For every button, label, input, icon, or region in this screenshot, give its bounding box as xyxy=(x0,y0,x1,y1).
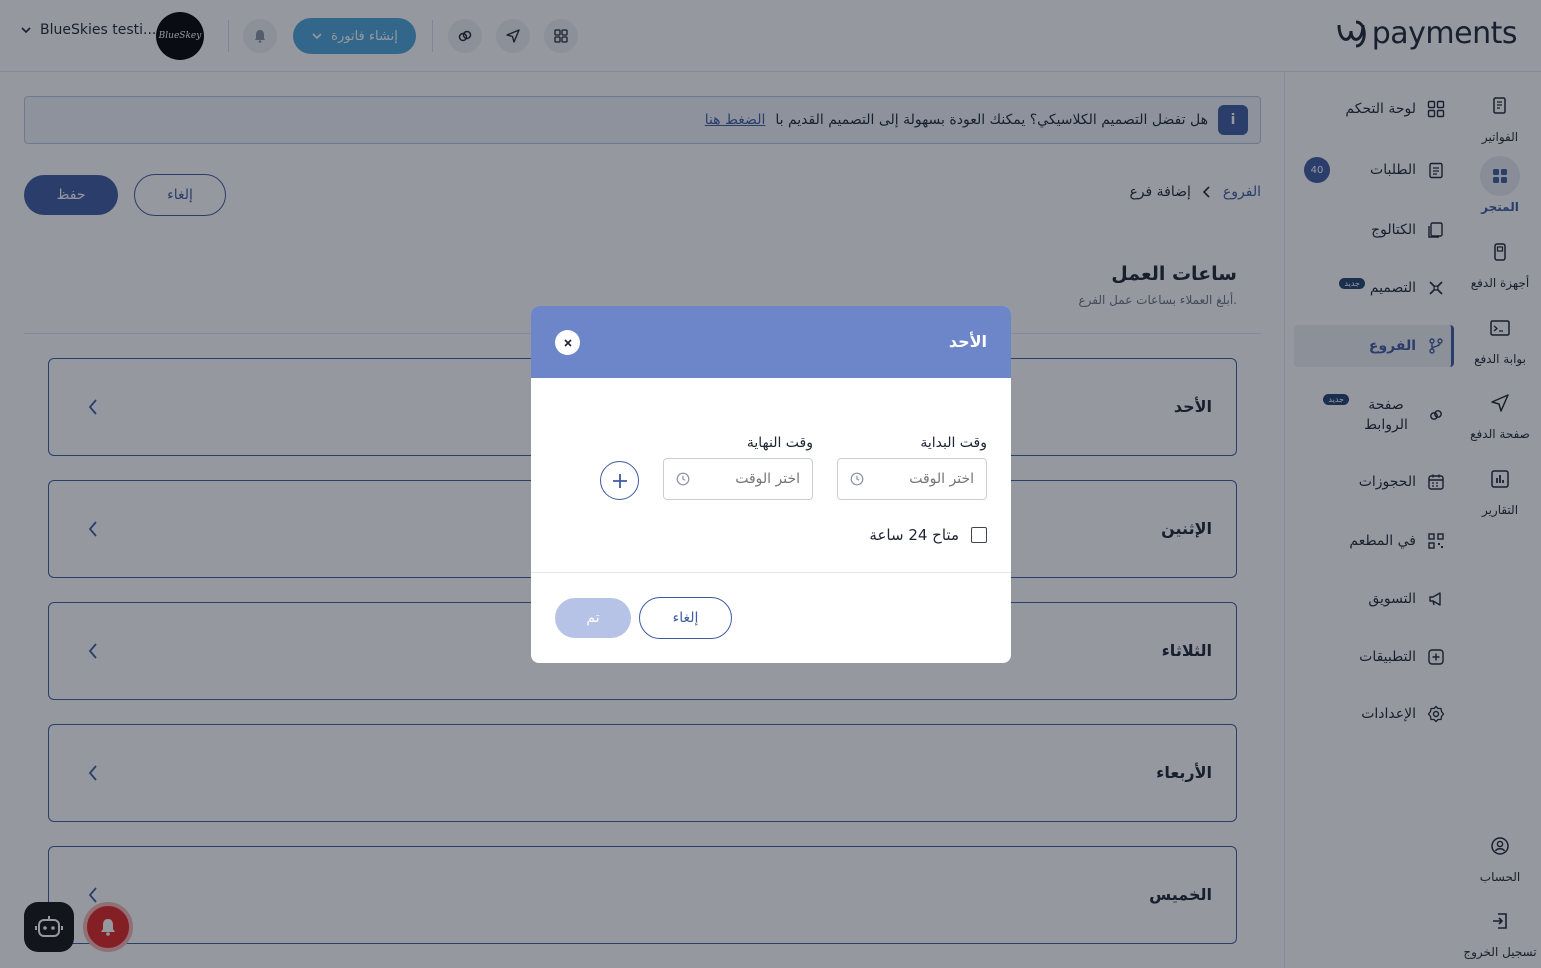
all-day-label: متاح 24 ساعة xyxy=(869,526,959,544)
start-time-label: وقت البداية xyxy=(920,435,987,451)
start-time-input[interactable] xyxy=(837,458,987,500)
day-hours-modal: الأحد وقت البداية وقت النهاية متاح 24 سا… xyxy=(531,306,1011,663)
close-icon xyxy=(563,338,572,347)
close-button[interactable] xyxy=(555,330,580,355)
modal-header: الأحد xyxy=(531,306,1011,378)
divider xyxy=(531,572,1011,573)
all-day-option[interactable]: متاح 24 ساعة xyxy=(869,526,987,544)
done-button[interactable]: تم xyxy=(555,598,631,638)
end-time-label: وقت النهاية xyxy=(746,435,813,451)
clock-icon xyxy=(676,472,690,486)
cancel-button[interactable]: إلغاء xyxy=(639,597,732,639)
all-day-checkbox[interactable] xyxy=(971,527,987,543)
modal-title: الأحد xyxy=(948,332,987,351)
end-time-input[interactable] xyxy=(663,458,813,500)
end-time-field[interactable] xyxy=(700,471,800,487)
plus-icon xyxy=(612,473,627,488)
clock-icon xyxy=(850,472,864,486)
add-time-slot-button[interactable] xyxy=(600,461,639,500)
start-time-field[interactable] xyxy=(874,471,974,487)
